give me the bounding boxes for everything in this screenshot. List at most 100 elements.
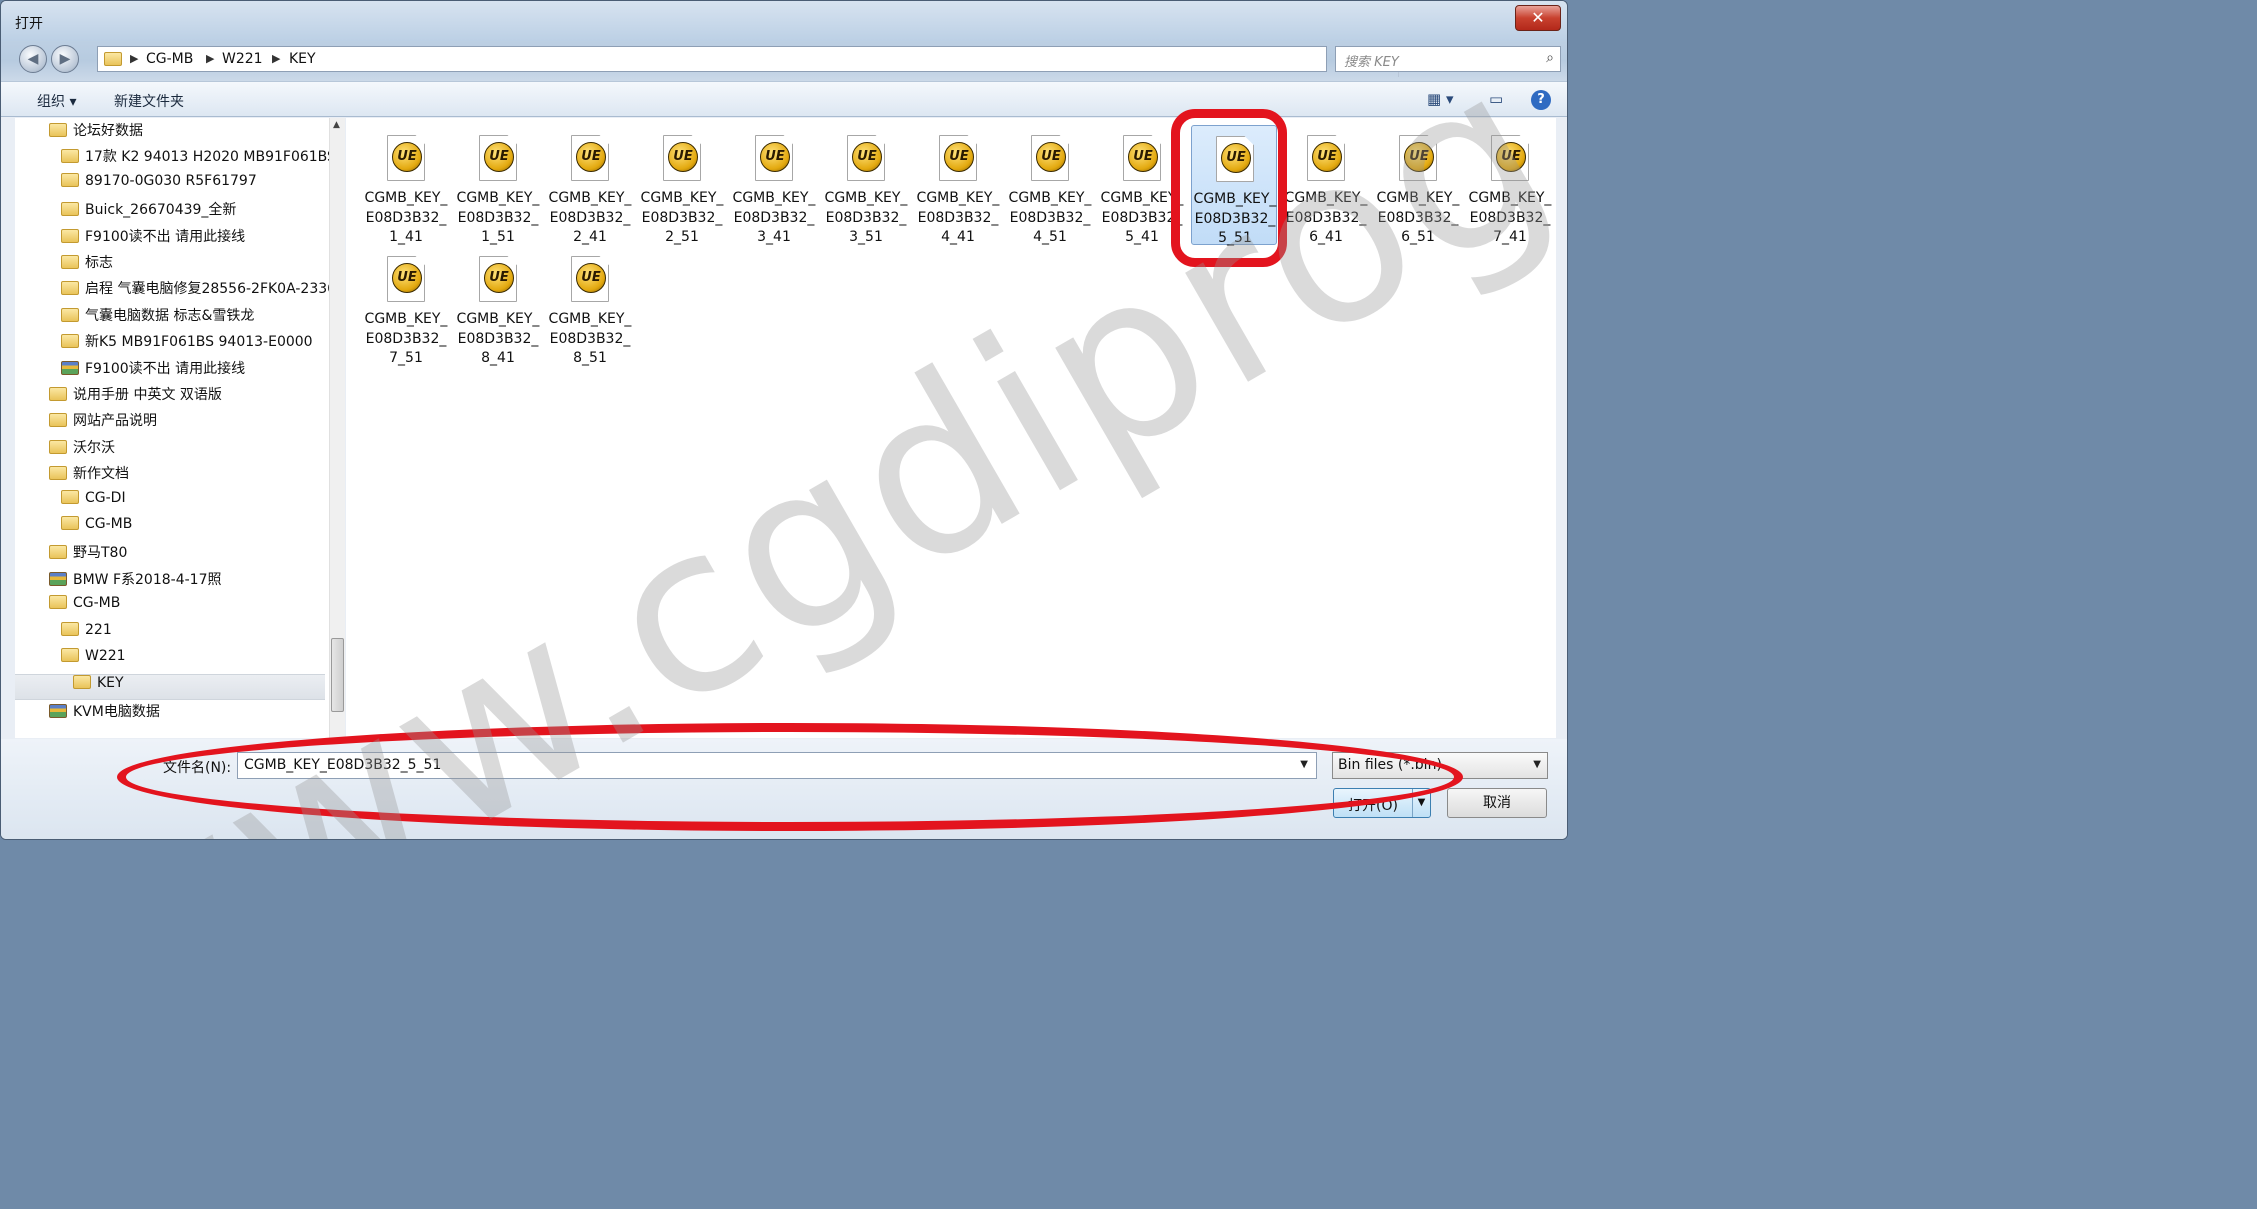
ultraedit-file-icon: UE bbox=[479, 135, 517, 181]
tree-item[interactable]: 17款 K2 94013 H2020 MB91F061BS bbox=[61, 146, 336, 172]
file-item[interactable]: UE CGMB_KEY_E08D3B32_7_41 bbox=[1467, 125, 1553, 245]
file-name: CGMB_KEY_E08D3B32_6_41 bbox=[1284, 190, 1368, 245]
file-item[interactable]: UE CGMB_KEY_E08D3B32_5_51 bbox=[1191, 125, 1277, 246]
tree-item-label: 论坛好数据 bbox=[73, 123, 143, 139]
file-name: CGMB_KEY_E08D3B32_2_41 bbox=[548, 190, 632, 245]
ue-logo: UE bbox=[1128, 142, 1158, 172]
folder-icon bbox=[61, 516, 79, 530]
preview-pane-icon[interactable]: ▭ bbox=[1489, 90, 1503, 108]
new-folder-button[interactable]: 新建文件夹 bbox=[114, 91, 184, 111]
navigation-pane[interactable]: 论坛好数据 17款 K2 94013 H2020 MB91F061BS 89170-… bbox=[15, 118, 345, 738]
folder-icon bbox=[49, 387, 67, 401]
tree-item[interactable]: 标志 bbox=[61, 252, 113, 278]
file-name: CGMB_KEY_E08D3B32_4_41 bbox=[916, 190, 1000, 245]
forward-button[interactable]: ▶ bbox=[51, 45, 79, 73]
open-split-chevron-icon[interactable]: ▼ bbox=[1412, 789, 1430, 817]
tree-item-label: 气囊电脑数据 标志&雪铁龙 bbox=[85, 307, 255, 324]
folder-icon bbox=[49, 545, 67, 560]
ue-logo: UE bbox=[852, 142, 882, 172]
file-name: CGMB_KEY_E08D3B32_1_41 bbox=[364, 190, 448, 245]
file-type-select[interactable]: Bin files (*.bin) ▼ bbox=[1332, 752, 1548, 779]
ultraedit-file-icon: UE bbox=[1216, 136, 1254, 182]
tree-item[interactable]: CG-MB bbox=[49, 595, 120, 621]
tree-item-label: CG-DI bbox=[85, 489, 126, 506]
tree-item[interactable]: F9100读不出 请用此接线 bbox=[61, 226, 245, 252]
folder-icon bbox=[61, 202, 79, 217]
breadcrumb-cg-mb[interactable]: CG-MB bbox=[146, 51, 193, 67]
tree-item-label: CG-MB bbox=[73, 595, 121, 612]
open-button[interactable]: 打开(O) ▼ bbox=[1333, 788, 1431, 818]
tree-item[interactable]: 新K5 MB91F061BS 94013-E0000 bbox=[61, 331, 313, 357]
file-item[interactable]: UE CGMB_KEY_E08D3B32_1_41 bbox=[363, 125, 449, 245]
tree-item[interactable]: 沃尔沃 bbox=[49, 437, 115, 463]
ultraedit-file-icon: UE bbox=[1399, 135, 1437, 181]
file-item[interactable]: UE CGMB_KEY_E08D3B32_4_41 bbox=[915, 125, 1001, 245]
filename-input[interactable]: CGMB_KEY_E08D3B32_5_51 ▼ bbox=[237, 752, 1317, 779]
filename-label: 文件名(N): bbox=[163, 760, 232, 776]
ultraedit-file-icon: UE bbox=[571, 135, 609, 181]
tree-item[interactable]: CG-DI bbox=[61, 489, 126, 516]
tree-item[interactable]: 221 bbox=[61, 621, 112, 648]
ultraedit-file-icon: UE bbox=[755, 135, 793, 181]
folder-icon bbox=[61, 149, 79, 164]
folder-icon bbox=[104, 52, 122, 66]
ue-logo: UE bbox=[392, 263, 422, 293]
tree-item[interactable]: KVM电脑数据 bbox=[49, 701, 160, 727]
folder-icon bbox=[73, 675, 91, 690]
chevron-down-icon[interactable]: ▼ bbox=[1300, 759, 1308, 770]
tree-item[interactable]: 气囊电脑数据 标志&雪铁龙 bbox=[61, 305, 254, 331]
close-button[interactable]: ✕ bbox=[1515, 5, 1561, 31]
file-item[interactable]: UE CGMB_KEY_E08D3B32_1_51 bbox=[455, 125, 541, 245]
navigation-scrollbar[interactable]: ▲ bbox=[329, 118, 345, 738]
file-item[interactable]: UE CGMB_KEY_E08D3B32_6_51 bbox=[1375, 125, 1461, 245]
file-item[interactable]: UE CGMB_KEY_E08D3B32_3_51 bbox=[823, 125, 909, 245]
file-item[interactable]: UE CGMB_KEY_E08D3B32_8_51 bbox=[547, 246, 633, 366]
breadcrumb-key[interactable]: KEY bbox=[289, 51, 316, 67]
tree-item[interactable]: 说用手册 中英文 双语版 bbox=[49, 384, 222, 410]
file-item[interactable]: UE CGMB_KEY_E08D3B32_2_41 bbox=[547, 125, 633, 245]
chevron-down-icon[interactable]: ▼ bbox=[1533, 759, 1541, 770]
breadcrumb-separator: ▶ bbox=[272, 52, 281, 65]
breadcrumb-w221[interactable]: W221 bbox=[222, 51, 263, 67]
tree-item[interactable]: CG-MB bbox=[61, 516, 132, 542]
archive-icon bbox=[61, 360, 79, 375]
scrollbar-thumb[interactable] bbox=[331, 638, 344, 712]
tree-item[interactable]: 野马T80 bbox=[49, 542, 127, 568]
tree-item[interactable]: 论坛好数据 bbox=[49, 120, 143, 146]
back-button[interactable]: ◀ bbox=[19, 45, 47, 73]
ultraedit-file-icon: UE bbox=[1491, 135, 1529, 181]
search-input[interactable]: 搜索 KEY ⌕ bbox=[1335, 46, 1561, 72]
file-item[interactable]: UE CGMB_KEY_E08D3B32_6_41 bbox=[1283, 125, 1369, 245]
tree-item[interactable]: 网站产品说明 bbox=[49, 410, 157, 436]
tree-item[interactable]: 89170-0G030 R5F61797 bbox=[61, 172, 257, 199]
file-item[interactable]: UE CGMB_KEY_E08D3B32_4_51 bbox=[1007, 125, 1093, 245]
tree-item[interactable]: 启程 气囊电脑修复28556-2FK0A-2336 bbox=[61, 278, 336, 304]
file-name: CGMB_KEY_E08D3B32_5_41 bbox=[1100, 190, 1184, 245]
file-item[interactable]: UE CGMB_KEY_E08D3B32_5_41 bbox=[1099, 125, 1185, 245]
tree-item-label: KVM电脑数据 bbox=[73, 703, 160, 720]
tree-item[interactable]: F9100读不出 请用此接线 bbox=[61, 358, 245, 384]
file-item[interactable]: UE CGMB_KEY_E08D3B32_7_51 bbox=[363, 246, 449, 366]
file-item[interactable]: UE CGMB_KEY_E08D3B32_2_51 bbox=[639, 125, 725, 245]
search-icon[interactable]: ⌕ bbox=[1546, 50, 1554, 66]
file-item[interactable]: UE CGMB_KEY_E08D3B32_8_41 bbox=[455, 246, 541, 366]
ultraedit-file-icon: UE bbox=[1123, 135, 1161, 181]
ue-logo: UE bbox=[392, 142, 422, 172]
folder-icon bbox=[61, 281, 79, 296]
tree-item[interactable]: W221 bbox=[61, 648, 126, 674]
organize-button[interactable]: 组织 ▾ bbox=[37, 91, 76, 111]
scroll-up-icon[interactable]: ▲ bbox=[333, 120, 340, 130]
view-options-icon[interactable]: ▦ ▾ bbox=[1427, 90, 1453, 108]
file-item[interactable]: UE CGMB_KEY_E08D3B32_3_41 bbox=[731, 125, 817, 245]
tree-item[interactable]: KEY bbox=[15, 674, 325, 701]
help-icon[interactable]: ? bbox=[1531, 90, 1551, 110]
tree-item[interactable]: Buick_26670439_全新 bbox=[61, 199, 236, 225]
tree-item-label: 221 bbox=[85, 621, 112, 638]
cancel-button[interactable]: 取消 bbox=[1447, 788, 1547, 818]
tree-item[interactable]: 新作文档 bbox=[49, 463, 129, 489]
ue-logo: UE bbox=[1496, 142, 1526, 172]
tree-item-label: BMW F系2018-4-17照 bbox=[73, 571, 222, 588]
tree-item-label: 启程 气囊电脑修复28556-2FK0A-2336 bbox=[85, 281, 337, 298]
address-bar[interactable]: ▶ CG-MB ▶ W221 ▶ KEY ▼ ⇆ bbox=[97, 46, 1417, 77]
tree-item[interactable]: BMW F系2018-4-17照 bbox=[49, 569, 221, 595]
